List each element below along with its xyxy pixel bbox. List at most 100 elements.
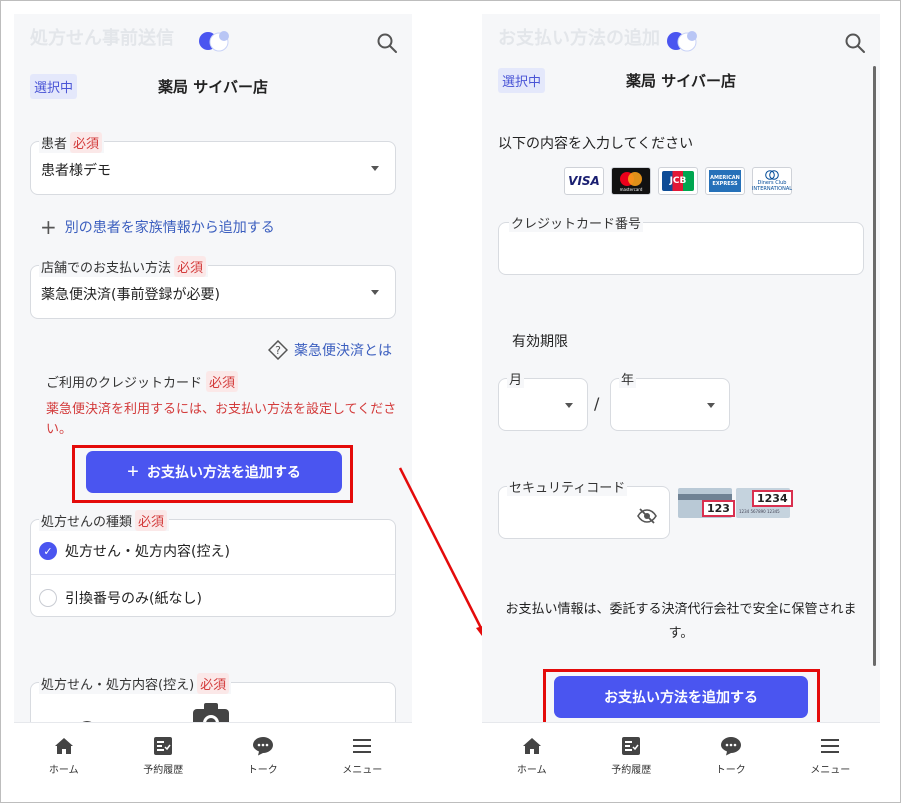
payment-value: 薬急便決済(事前登録が必要) <box>41 287 220 303</box>
card-back-image: 123 <box>678 488 735 518</box>
card-brands: VISA mastercard JCB AMERICAN EXPRESS Din… <box>564 167 792 195</box>
chat-icon <box>720 736 741 755</box>
security-code-label: セキュリティコード <box>507 477 628 496</box>
year-select[interactable]: 年 <box>610 369 730 431</box>
tab-label: メニュー <box>810 764 851 776</box>
tab-menu[interactable]: メニュー <box>781 723 881 788</box>
tab-history[interactable]: 予約履歴 <box>582 723 682 788</box>
tab-home[interactable]: ホーム <box>14 723 114 788</box>
search-icon[interactable] <box>844 32 866 54</box>
tab-talk[interactable]: トーク <box>681 723 781 788</box>
tab-label: 予約履歴 <box>611 764 652 776</box>
check-icon: ✓ <box>39 542 57 560</box>
card-front-digits: 1234 567890 12345 <box>739 509 780 514</box>
tab-home[interactable]: ホーム <box>482 723 582 788</box>
add-payment-button-label: お支払い方法を追加する <box>146 464 301 480</box>
amex-logo-icon: AMERICAN EXPRESS <box>705 167 745 195</box>
store-row: 選択中 薬局 サイバー店 <box>498 66 864 94</box>
plus-icon: + <box>127 460 139 483</box>
patient-value: 患者様デモ <box>41 163 111 179</box>
add-family-link[interactable]: + 別の患者を家族情報から追加する <box>40 217 275 237</box>
tab-history[interactable]: 予約履歴 <box>114 723 214 788</box>
required-badge: 必須 <box>197 673 230 694</box>
card-error-message: 薬急便決済を利用するには、お支払い方法を設定してください。 <box>46 402 397 437</box>
scrollbar[interactable] <box>873 66 876 666</box>
app-logo-icon <box>667 31 697 52</box>
card-number-label: クレジットカード番号 <box>509 213 644 232</box>
add-payment-button[interactable]: + お支払い方法を追加する <box>86 451 342 493</box>
card-label: ご利用のクレジットカード <box>46 376 203 391</box>
header-title: お支払い方法の追加 <box>498 28 660 49</box>
chevron-down-icon <box>565 403 573 408</box>
radio-empty-icon <box>39 588 57 607</box>
app-logo-icon <box>199 31 229 52</box>
chevron-down-icon <box>371 166 379 171</box>
tab-label: トーク <box>247 764 278 776</box>
add-family-link-label: 別の患者を家族情報から追加する <box>64 220 275 236</box>
month-select[interactable]: 月 <box>498 369 588 431</box>
plus-icon: + <box>40 215 57 239</box>
header: お支払い方法の追加 <box>482 14 880 64</box>
tab-label: トーク <box>715 764 746 776</box>
home-icon <box>54 737 73 754</box>
chevron-down-icon <box>371 290 379 295</box>
left-screen: 処方せん事前送信 選択中 薬局 サイバー店 患者 必須 患者様デモ + 別の患者… <box>14 14 412 788</box>
diners-logo-icon: Diners Club INTERNATIONAL <box>752 167 792 195</box>
tab-label: ホーム <box>48 764 79 776</box>
submit-payment-button-label: お支払い方法を追加する <box>604 689 758 705</box>
card-number-input[interactable]: クレジットカード番号 <box>498 213 864 275</box>
rx-type-option-label: 処方せん・処方内容(控え) <box>65 544 230 560</box>
visa-logo-icon: VISA <box>564 167 604 195</box>
rx-type-option[interactable]: 引換番号のみ(紙なし) <box>31 574 395 620</box>
help-link[interactable]: ? 薬急便決済とは <box>268 340 392 360</box>
store-name: 薬局 サイバー店 <box>626 72 736 90</box>
year-label: 年 <box>619 369 637 388</box>
history-icon <box>154 736 173 755</box>
submit-payment-button[interactable]: お支払い方法を追加する <box>554 676 808 718</box>
chevron-down-icon <box>707 403 715 408</box>
cvc-front-code: 1234 <box>752 490 793 507</box>
chat-icon <box>252 736 273 755</box>
tab-label: メニュー <box>342 764 383 776</box>
payment-method-select[interactable]: 店舗でのお支払い方法 必須 薬急便決済(事前登録が必要) <box>30 256 396 319</box>
store-row: 選択中 薬局 サイバー店 <box>30 72 396 100</box>
header: 処方せん事前送信 <box>14 14 412 64</box>
rx-content-label: 処方せん・処方内容(控え) <box>41 678 195 693</box>
cvc-back-code: 123 <box>702 500 735 517</box>
help-link-label: 薬急便決済とは <box>294 343 392 359</box>
required-badge: 必須 <box>206 371 239 392</box>
tab-talk[interactable]: トーク <box>213 723 313 788</box>
required-badge: 必須 <box>70 132 103 153</box>
menu-icon <box>353 738 372 753</box>
tab-menu[interactable]: メニュー <box>313 723 413 788</box>
jcb-logo-icon: JCB <box>658 167 698 195</box>
security-code-input[interactable]: セキュリティコード <box>498 477 670 539</box>
home-icon <box>522 737 541 754</box>
mastercard-logo-icon: mastercard <box>611 167 651 195</box>
store-name: 薬局 サイバー店 <box>158 78 268 96</box>
patient-label: 患者 <box>41 137 68 152</box>
tab-label: ホーム <box>516 764 547 776</box>
tab-bar: ホーム 予約履歴 トーク メニュー <box>482 722 880 788</box>
security-note: お支払い情報は、委託する決済代行会社で安全に保管されます。 <box>505 602 857 641</box>
right-screen: お支払い方法の追加 選択中 薬局 サイバー店 以下の内容を入力してください VI… <box>482 14 880 788</box>
card-front-image: 1234 1234 567890 12345 <box>736 488 793 518</box>
header-title: 処方せん事前送信 <box>30 28 174 49</box>
month-label: 月 <box>507 369 525 388</box>
tab-label: 予約履歴 <box>143 764 184 776</box>
expiry-separator: / <box>594 394 600 413</box>
rx-type-group: 処方せんの種類 必須 ✓ 処方せん・処方内容(控え) 引換番号のみ(紙なし) <box>30 510 396 620</box>
expiry-label: 有効期限 <box>512 334 568 350</box>
svg-text:?: ? <box>275 344 281 357</box>
menu-icon <box>821 738 840 753</box>
question-icon: ? <box>268 340 288 360</box>
payment-label: 店舗でのお支払い方法 <box>41 261 172 276</box>
intro-text: 以下の内容を入力してください <box>498 136 694 152</box>
history-icon <box>622 736 641 755</box>
search-icon[interactable] <box>376 32 398 54</box>
rx-type-option-label: 引換番号のみ(紙なし) <box>65 590 202 607</box>
patient-select[interactable]: 患者 必須 患者様デモ <box>30 132 396 195</box>
rx-type-option[interactable]: ✓ 処方せん・処方内容(控え) <box>31 528 395 574</box>
eye-off-icon[interactable] <box>637 507 657 525</box>
required-badge: 必須 <box>174 256 207 277</box>
